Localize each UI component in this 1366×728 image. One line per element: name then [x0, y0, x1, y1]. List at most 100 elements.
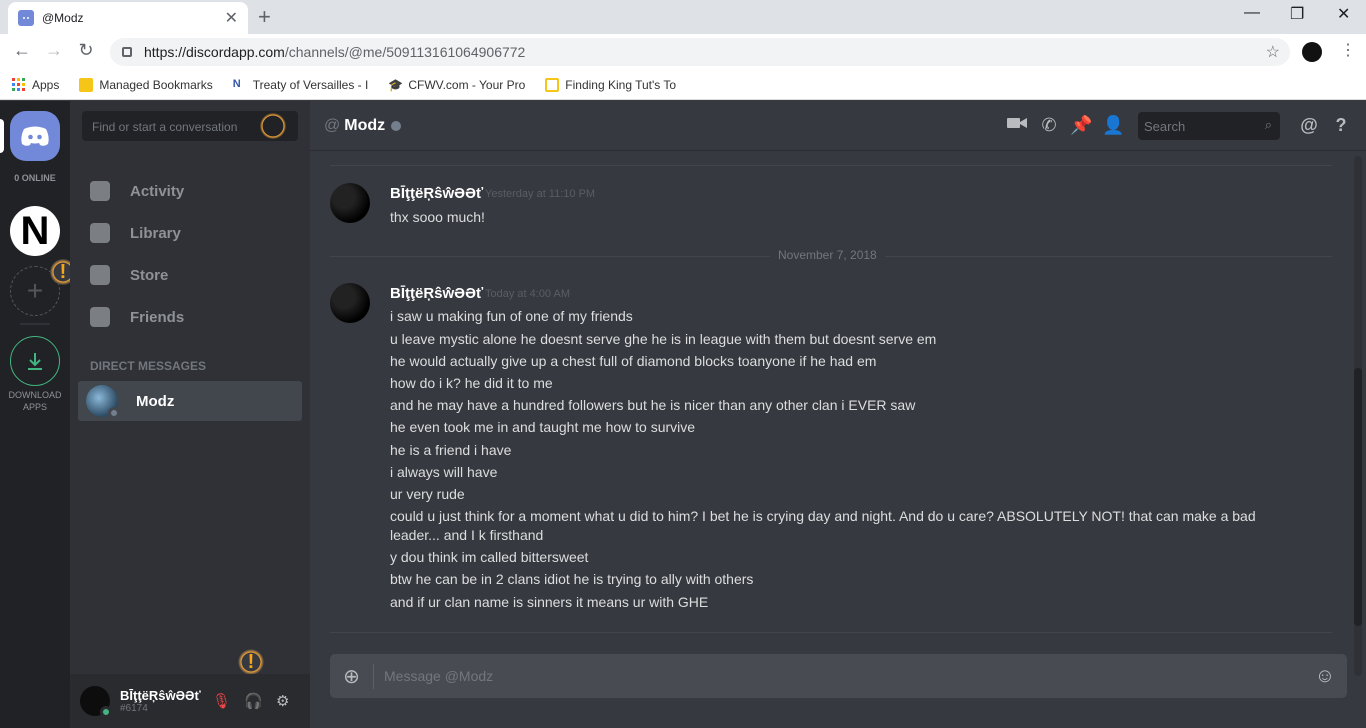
message-author[interactable]: BĪţţëŖŝŵƏƏť	[390, 185, 483, 202]
store-icon	[90, 265, 110, 285]
tab-close-icon[interactable]: ✕	[225, 8, 238, 28]
warning-icon: !	[238, 649, 264, 675]
nav-library[interactable]: Library	[80, 212, 300, 254]
browser-toolbar: ← → ↻ https://discordapp.com/channels/@m…	[0, 34, 1366, 70]
search-input[interactable]: Search ⌕	[1138, 112, 1280, 140]
download-apps-button[interactable]	[10, 336, 60, 386]
user-avatar[interactable]	[80, 686, 112, 718]
message-line: and he may have a hundred followers but …	[390, 397, 916, 413]
discord-favicon-icon	[18, 10, 34, 26]
message-timestamp: Yesterday at 11:10 PM	[485, 188, 596, 200]
headphones-icon[interactable]: 🎧	[244, 692, 263, 710]
message-line: btw he can be in 2 clans idiot he is try…	[390, 571, 754, 587]
user-tag: #6174	[120, 703, 148, 714]
download-apps-label: DOWNLOAD APPS	[8, 390, 62, 412]
dm-item-modz[interactable]: Modz	[78, 381, 302, 421]
discord-home-button[interactable]	[10, 111, 60, 161]
tab-title: @Modz	[42, 11, 84, 25]
user-panel: BĪţţëŖŝŵƏƏť #6174 🎙 🎧 ⚙	[70, 674, 310, 728]
message-line: y dou think im called bittersweet	[390, 549, 589, 565]
bookmark-king-tut[interactable]: Finding King Tut's To	[545, 77, 676, 92]
avatar[interactable]	[330, 183, 370, 223]
message-line: how do i k? he did it to me	[390, 375, 553, 391]
voice-call-icon[interactable]: ✆	[1038, 115, 1060, 137]
address-bar[interactable]: https://discordapp.com/channels/@me/5091…	[110, 38, 1290, 66]
profile-avatar[interactable]	[1302, 42, 1322, 62]
message-line: he even took me in and taught me how to …	[390, 419, 696, 435]
chat-area: @ Modz ✆ 📌 👤 Search ⌕ @ ? BĪţţëŖŝŵƏƏť Ye…	[310, 101, 1366, 728]
video-call-icon[interactable]	[1006, 115, 1028, 137]
pin-icon[interactable]: 📌	[1070, 115, 1092, 137]
lock-icon	[122, 47, 132, 57]
bookmark-star-icon[interactable]: ☆	[1266, 42, 1280, 62]
add-friend-icon[interactable]: 👤	[1102, 115, 1124, 137]
at-symbol: @	[324, 116, 341, 134]
forward-icon[interactable]: →	[42, 40, 66, 61]
gamepad-icon	[90, 181, 110, 201]
browser-tab[interactable]: @Modz ✕	[8, 2, 248, 34]
bookmark-cfwv[interactable]: 🎓 CFWV.com - Your Pro	[388, 78, 525, 92]
message-line: thx sooo much!	[390, 209, 485, 225]
message-timestamp: Today at 4:00 AM	[485, 288, 570, 300]
search-icon: ⌕	[1264, 117, 1272, 132]
browser-tab-bar: @Modz ✕ + — ❐ ✕	[0, 0, 1366, 34]
message-composer: ⊕ Message @Modz ☺	[330, 654, 1347, 698]
server-list: 0 ONLINE N + ! DOWNLOAD APPS	[0, 101, 76, 728]
avatar[interactable]	[330, 283, 370, 323]
message-line: ur very rude	[390, 486, 465, 502]
selected-indicator	[0, 119, 4, 153]
scrollbar[interactable]	[1354, 156, 1362, 676]
friends-icon	[90, 307, 110, 327]
settings-gear-icon[interactable]: ⚙	[276, 692, 289, 710]
page-icon	[545, 77, 560, 92]
message-line: he would actually give up a chest full o…	[390, 353, 877, 369]
nav-activity[interactable]: Activity	[80, 170, 300, 212]
scrollbar-thumb[interactable]	[1354, 368, 1362, 626]
help-icon[interactable]: ?	[1330, 115, 1352, 137]
upload-plus-icon[interactable]: ⊕	[330, 663, 374, 689]
server-separator	[20, 323, 50, 325]
online-status-icon	[100, 706, 112, 718]
discord-logo-icon	[21, 126, 49, 146]
mentions-icon[interactable]: @	[1298, 115, 1320, 137]
avatar	[86, 385, 120, 419]
folder-icon	[79, 77, 94, 92]
reload-icon[interactable]: ↻	[74, 40, 98, 61]
divider	[330, 165, 1332, 166]
chat-title: Modz	[344, 116, 386, 134]
message-input[interactable]: Message @Modz	[374, 668, 1303, 684]
message-author[interactable]: BĪţţëŖŝŵƏƏť	[390, 285, 483, 302]
message-line: i saw u making fun of one of my friends	[390, 308, 633, 324]
discord-app: 0 ONLINE N + ! DOWNLOAD APPS Find or sta…	[0, 101, 1366, 728]
apps-grid-icon	[12, 77, 25, 91]
back-icon[interactable]: ←	[10, 40, 34, 61]
restore-icon[interactable]: ❐	[1290, 4, 1304, 24]
nwe-logo-icon: N	[232, 77, 241, 90]
message-line: u leave mystic alone he doesnt serve ghe…	[390, 331, 937, 347]
bookmark-apps[interactable]: Apps	[12, 77, 59, 92]
server-icon-n[interactable]: N	[10, 206, 60, 256]
nav-friends[interactable]: Friends	[80, 296, 300, 338]
window-close-icon[interactable]: ✕	[1337, 4, 1350, 24]
minimize-icon[interactable]: —	[1244, 4, 1260, 22]
emoji-icon[interactable]: ☺	[1303, 665, 1347, 688]
search-highlight-icon	[260, 113, 286, 139]
username: BĪţţëŖŝŵƏƏť	[120, 688, 201, 703]
nav-store[interactable]: Store	[80, 254, 300, 296]
library-icon	[90, 223, 110, 243]
bookmark-managed[interactable]: Managed Bookmarks	[79, 77, 213, 92]
offline-status-icon	[391, 120, 402, 131]
bookmarks-bar: Apps Managed Bookmarks N Treaty of Versa…	[0, 70, 1366, 100]
url-text: https://discordapp.com/channels/@me/5091…	[144, 44, 526, 60]
message-line: leader... and I k firsthand	[390, 527, 544, 543]
message-line: he is a friend i have	[390, 442, 512, 458]
mute-mic-icon[interactable]: 🎙	[212, 692, 231, 710]
bookmark-treaty[interactable]: N Treaty of Versailles - I	[233, 78, 369, 92]
online-count: 0 ONLINE	[14, 173, 56, 183]
download-icon	[28, 353, 42, 370]
message-line: could u just think for a moment what u d…	[390, 508, 1256, 524]
offline-status-icon	[108, 407, 120, 419]
new-tab-button[interactable]: +	[258, 4, 271, 30]
browser-menu-icon[interactable]: ⋮	[1340, 40, 1356, 60]
message-line: and if ur clan name is sinners it means …	[390, 594, 709, 610]
